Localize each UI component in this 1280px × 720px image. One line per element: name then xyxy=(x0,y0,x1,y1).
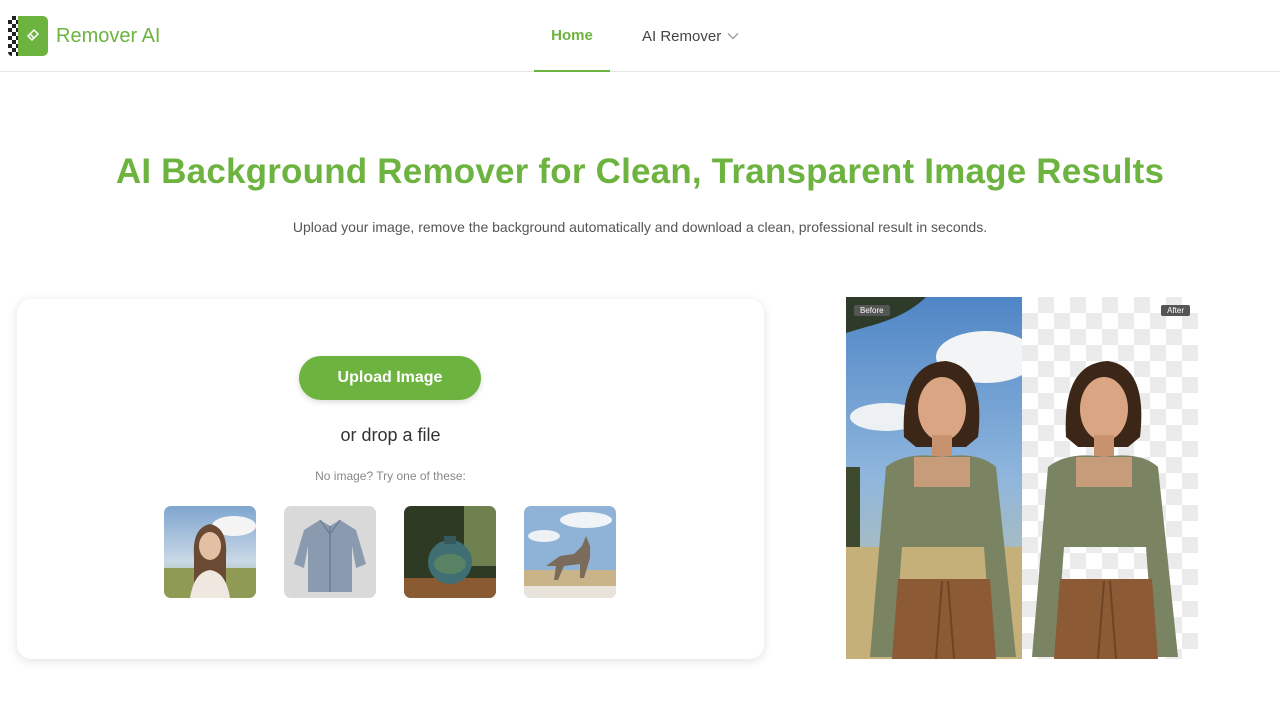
after-image: After xyxy=(1022,297,1198,659)
logo[interactable]: Remover AI xyxy=(8,16,160,56)
sample-image-vase[interactable] xyxy=(404,506,496,598)
top-header: Remover AI Home AI Remover xyxy=(0,0,1280,72)
nav-ai-remover[interactable]: AI Remover xyxy=(642,0,739,72)
after-label: After xyxy=(1161,305,1190,316)
drop-file-text: or drop a file xyxy=(340,425,441,445)
sample-hint: No image? Try one of these: xyxy=(315,469,466,483)
main-nav: Home AI Remover xyxy=(534,0,739,72)
app-name: Remover AI xyxy=(56,24,161,47)
sample-image-shirt[interactable] xyxy=(284,506,376,598)
page-title: AI Background Remover for Clean, Transpa… xyxy=(115,152,1165,191)
nav-home[interactable]: Home xyxy=(534,0,610,72)
eraser-logo-icon xyxy=(8,16,48,56)
before-after-preview: Before After xyxy=(846,297,1198,659)
sample-image-wolf[interactable] xyxy=(524,506,616,598)
page-subtitle: Upload your image, remove the background… xyxy=(292,219,988,235)
before-image: Before xyxy=(846,297,1022,659)
upload-card: Upload Image or drop a file No image? Tr… xyxy=(17,299,764,659)
upload-image-button[interactable]: Upload Image xyxy=(299,356,481,400)
sample-image-woman[interactable] xyxy=(164,506,256,598)
before-label: Before xyxy=(854,305,890,316)
chevron-down-icon xyxy=(727,33,739,40)
nav-ai-remover-label: AI Remover xyxy=(642,27,722,45)
